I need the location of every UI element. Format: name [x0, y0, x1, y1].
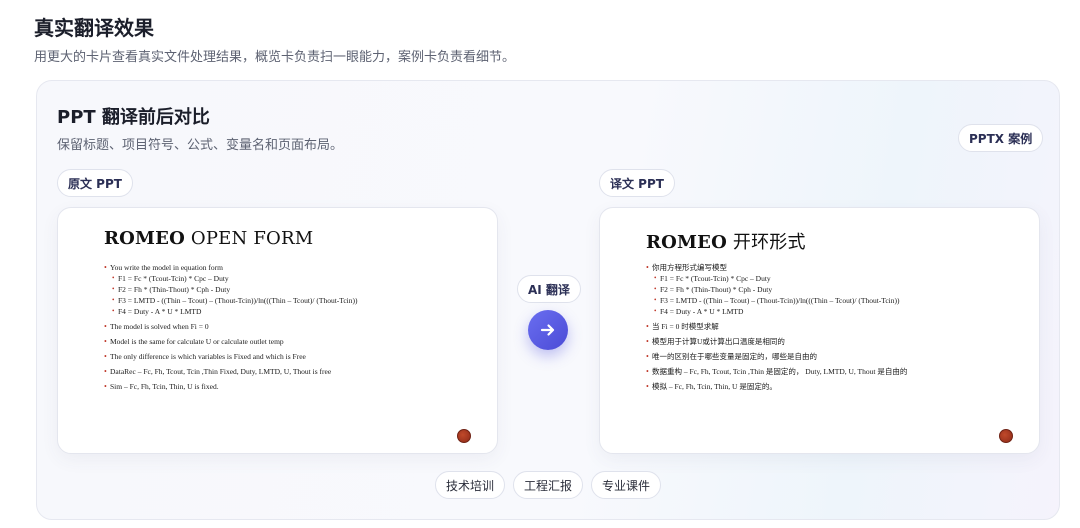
slide-sub-bullet: F3 = LMTD - ((Thin – Tcout) – (Thout-Tci…: [654, 295, 1029, 306]
slide-sub-bullet: F2 = Fh * (Thin-Thout) * Cph - Duty: [112, 284, 487, 295]
target-slide[interactable]: ROMEO 开环形式 你用方程形式编写模型 F1 = Fc * (Tcout-T…: [599, 207, 1040, 454]
section-subtitle: 用更大的卡片查看真实文件处理结果，概览卡负责扫一眼能力，案例卡负责看细节。: [34, 50, 516, 65]
slide-logo-dot: [999, 429, 1013, 443]
source-slide[interactable]: ROMEO OPEN FORM You write the model in e…: [57, 207, 498, 454]
slide-sub-bullets: F1 = Fc * (Tcout-Tcin) * Cpc – Duty F2 =…: [654, 273, 1029, 317]
tag-tech-training[interactable]: 技术培训: [435, 471, 506, 499]
panel-subtitle: 保留标题、项目符号、公式、变量名和页面布局。: [57, 138, 344, 153]
slide-bullet: DataRec – Fc, Fh, Tcout, Tcin ,Thin Fixe…: [104, 366, 487, 377]
slide-logo-dot: [457, 429, 471, 443]
use-case-tags: 技术培训 工程汇报 专业课件: [37, 471, 1059, 499]
translate-arrow-button[interactable]: [528, 310, 568, 350]
pptx-case-badge[interactable]: PPTX 案例: [958, 124, 1044, 152]
slide-heading-brand: ROMEO: [646, 232, 727, 253]
slide-sub-bullet: F3 = LMTD - ((Thin – Tcout) – (Thout-Tci…: [112, 295, 487, 306]
slide-sub-bullet: F2 = Fh * (Thin-Thout) * Cph - Duty: [654, 284, 1029, 295]
slide-bullet: 你用方程形式编写模型: [646, 262, 1029, 273]
slide-bullet: 唯一的区别在于哪些变量是固定的，哪些是自由的: [646, 351, 1029, 362]
slide-bullet: Model is the same for calculate U or cal…: [104, 336, 487, 347]
slide-bullet: You write the model in equation form: [104, 262, 487, 273]
ai-translate-badge: AI 翻译: [517, 275, 581, 303]
slide-heading-text: OPEN FORM: [184, 228, 314, 249]
slide-bullet: The model is solved when Fi = 0: [104, 321, 487, 332]
slide-bullet: Sim – Fc, Fh, Tcin, Thin, U is fixed.: [104, 381, 487, 392]
slide-sub-bullet: F1 = Fc * (Tcout-Tcin) * Cpc – Duty: [654, 273, 1029, 284]
slide-bullets: You write the model in equation form F1 …: [104, 262, 487, 392]
slide-heading-brand: ROMEO: [104, 228, 185, 249]
section-title: 真实翻译效果: [34, 16, 154, 40]
slide-bullet: 数据重构 – Fc, Fh, Tcout, Tcin ,Thin 是固定的， D…: [646, 366, 1029, 377]
slide-bullets: 你用方程形式编写模型 F1 = Fc * (Tcout-Tcin) * Cpc …: [646, 262, 1029, 392]
slide-bullet: 模拟 – Fc, Fh, Tcin, Thin, U 是固定的。: [646, 381, 1029, 392]
panel-title: PPT 翻译前后对比: [57, 107, 210, 128]
slide-bullet: 当 Fi = 0 时模型求解: [646, 321, 1029, 332]
slide-heading: ROMEO 开环形式: [646, 228, 806, 254]
slide-heading-text: 开环形式: [726, 232, 806, 253]
slide-bullet: The only difference is which variables i…: [104, 351, 487, 362]
slide-bullet: 模型用于计算U或计算出口温度是相同的: [646, 336, 1029, 347]
target-ppt-label: 译文 PPT: [599, 169, 675, 197]
tag-engineering-report[interactable]: 工程汇报: [513, 471, 584, 499]
tag-professional-courseware[interactable]: 专业课件: [591, 471, 662, 499]
slide-heading: ROMEO OPEN FORM: [104, 228, 313, 249]
arrow-right-icon: [540, 324, 555, 336]
slide-sub-bullet: F1 = Fc * (Tcout-Tcin) * Cpc – Duty: [112, 273, 487, 284]
slide-sub-bullet: F4 = Duty - A * U * LMTD: [112, 306, 487, 317]
comparison-panel: PPT 翻译前后对比 保留标题、项目符号、公式、变量名和页面布局。 PPTX 案…: [36, 80, 1060, 520]
source-ppt-label: 原文 PPT: [57, 169, 133, 197]
slide-sub-bullet: F4 = Duty - A * U * LMTD: [654, 306, 1029, 317]
slide-sub-bullets: F1 = Fc * (Tcout-Tcin) * Cpc – Duty F2 =…: [112, 273, 487, 317]
